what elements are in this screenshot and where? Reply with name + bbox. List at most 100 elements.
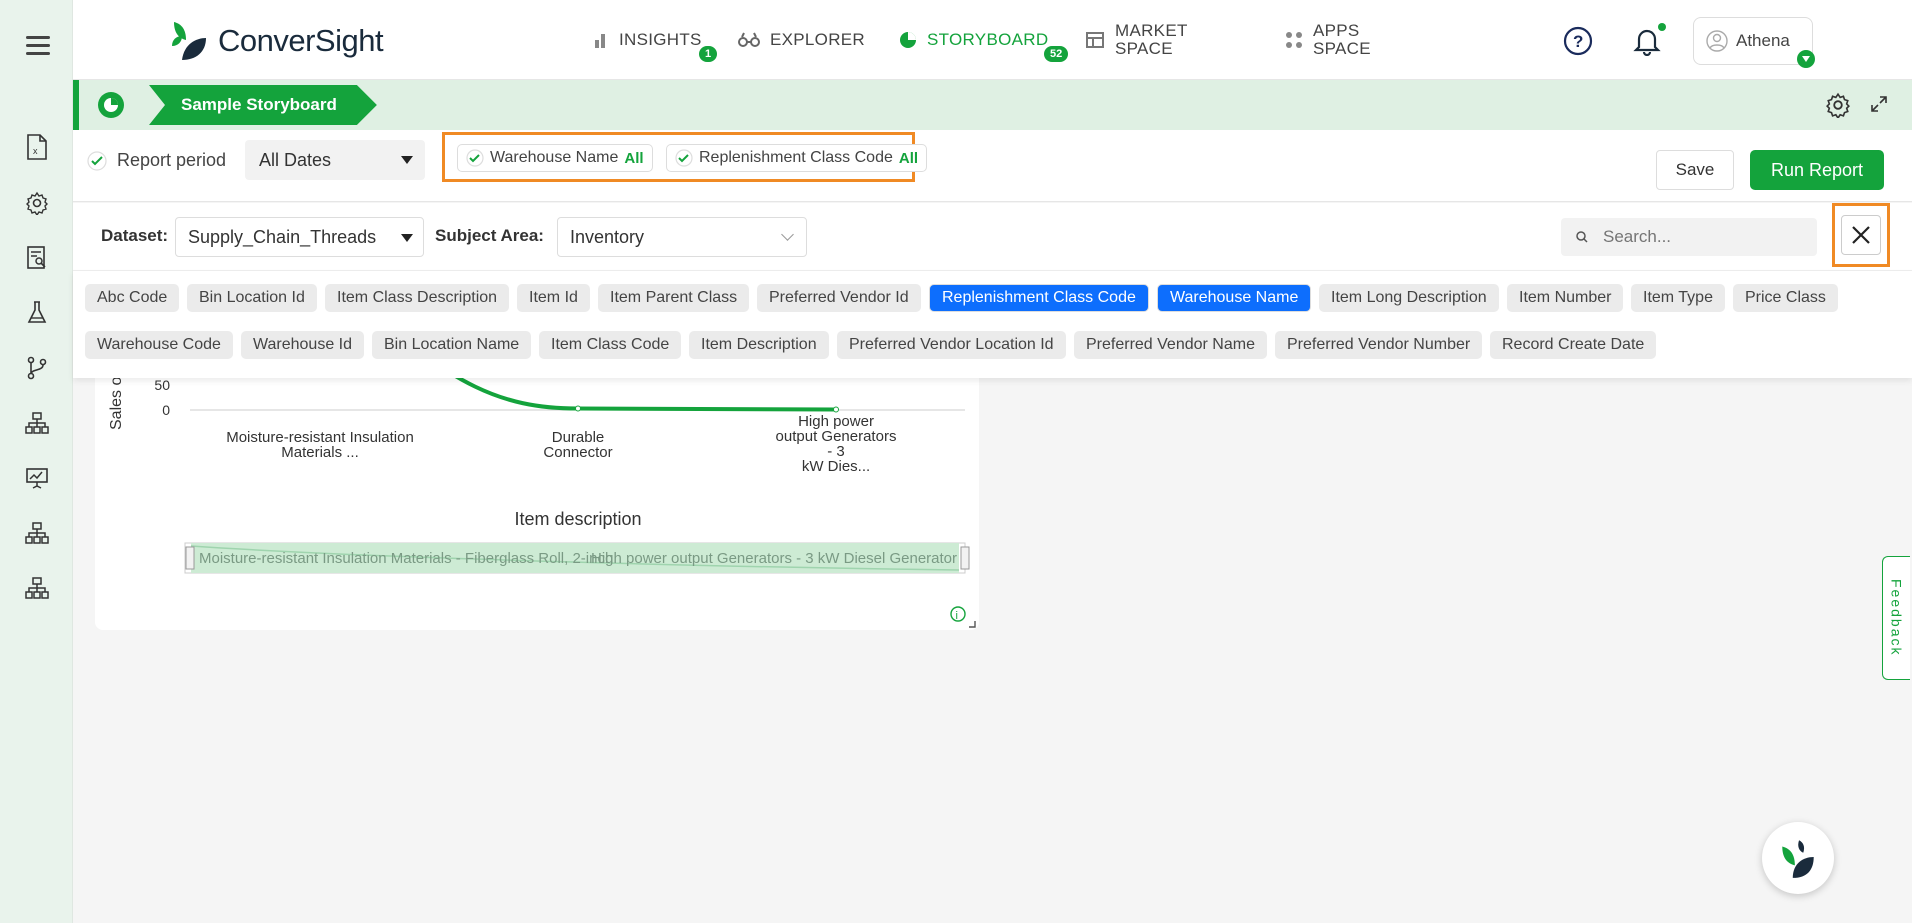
nav-insights[interactable]: INSIGHTS — [593, 0, 702, 80]
notification-bell-icon[interactable] — [1633, 26, 1661, 61]
report-period-value: All Dates — [259, 149, 332, 170]
nav-insights-label: INSIGHTS — [619, 30, 702, 49]
warehouse-name-value: All — [624, 149, 644, 167]
column-chip[interactable]: Preferred Vendor Id — [757, 284, 921, 312]
nav-explorer[interactable]: EXPLORER — [738, 0, 865, 80]
column-chip[interactable]: Warehouse Name — [1157, 284, 1312, 312]
column-chip[interactable]: Abc Code — [85, 284, 180, 312]
range-slider-handle-right[interactable] — [960, 546, 970, 570]
column-chip[interactable]: Item Parent Class — [598, 284, 750, 312]
dataset-select[interactable]: Supply_Chain_Threads — [175, 217, 424, 257]
search-box[interactable] — [1561, 218, 1817, 256]
user-menu[interactable]: Athena — [1693, 17, 1813, 65]
caret-down-icon — [401, 156, 413, 164]
hamburger-menu-icon[interactable] — [26, 36, 50, 56]
x-tick-label: High power output Generators - 3 kW Dies... — [776, 413, 897, 475]
subject-area-select[interactable]: Inventory — [557, 217, 807, 257]
top-bar: ConverSight INSIGHTS 1 EXPLORER STORYBOA… — [73, 0, 1912, 80]
range-slider-text-start: Moisture-resistant Insulation Materials … — [199, 550, 613, 567]
column-chip[interactable]: Bin Location Id — [187, 284, 317, 312]
hierarchy-icon[interactable] — [24, 410, 50, 436]
run-report-button[interactable]: Run Report — [1750, 150, 1884, 190]
report-period-dropdown[interactable]: All Dates — [245, 140, 425, 180]
insights-badge: 1 — [699, 46, 718, 62]
nav-apps-space[interactable]: APPS SPACE — [1285, 0, 1371, 80]
column-chip[interactable]: Price Class — [1733, 284, 1838, 312]
info-icon-glyph: i — [956, 610, 958, 622]
search-input[interactable] — [1603, 227, 1803, 247]
presentation-chart-icon[interactable] — [24, 465, 50, 491]
hierarchy-icon[interactable] — [24, 520, 50, 546]
filter-row: Report period All Dates Warehouse Name A… — [73, 130, 1912, 202]
svg-text:x: x — [33, 146, 38, 156]
column-chip[interactable]: Item Long Description — [1319, 284, 1499, 312]
warehouse-name-filter[interactable]: Warehouse Name All — [457, 144, 653, 172]
git-branch-icon[interactable] — [24, 355, 50, 381]
assistant-logo-icon — [1782, 840, 1814, 878]
range-slider-handle-left[interactable] — [185, 546, 195, 570]
left-rail: x — [0, 0, 73, 923]
market-icon — [1086, 32, 1104, 48]
feedback-tab[interactable]: Feedback — [1882, 556, 1910, 680]
column-chip[interactable]: Preferred Vendor Location Id — [837, 331, 1066, 359]
nav-market-line2: SPACE — [1115, 39, 1173, 58]
storyboard-tab[interactable]: Sample Storyboard — [149, 85, 377, 125]
storyboard-settings-icon[interactable] — [1825, 92, 1851, 123]
notification-dot — [1658, 23, 1666, 31]
settings-gear-icon[interactable] — [24, 190, 50, 216]
replenishment-class-filter[interactable]: Replenishment Class Code All — [666, 144, 928, 172]
user-caret-icon[interactable] — [1797, 50, 1815, 68]
lab-flask-icon[interactable] — [24, 300, 50, 326]
close-panel-highlight — [1832, 203, 1890, 267]
nav-market-space[interactable]: MARKET SPACE — [1085, 0, 1188, 80]
column-chip[interactable]: Item Id — [517, 284, 590, 312]
column-chip[interactable]: Replenishment Class Code — [929, 284, 1149, 312]
bar-chart-icon — [595, 34, 605, 48]
close-button[interactable] — [1841, 215, 1881, 255]
info-icon[interactable] — [950, 606, 966, 622]
nav-storyboard[interactable]: STORYBOARD — [899, 0, 1048, 80]
column-chip[interactable]: Warehouse Code — [85, 331, 233, 359]
column-chip[interactable]: Preferred Vendor Number — [1275, 331, 1483, 359]
y-tick-label: 50 — [154, 377, 170, 393]
report-period-filter[interactable]: Report period — [87, 150, 226, 171]
binoculars-icon — [738, 32, 760, 47]
resize-handle-icon[interactable] — [969, 621, 976, 628]
storyboard-home-icon[interactable] — [97, 91, 125, 119]
user-avatar-icon — [1706, 30, 1728, 52]
column-chip[interactable]: Item Description — [689, 331, 829, 359]
column-chip[interactable]: Warehouse Id — [241, 331, 365, 359]
column-chip[interactable]: Item Type — [1631, 284, 1725, 312]
column-chip[interactable]: Record Create Date — [1490, 331, 1657, 359]
column-chip[interactable]: Preferred Vendor Name — [1074, 331, 1267, 359]
report-search-icon[interactable] — [24, 245, 50, 271]
hierarchy-icon[interactable] — [24, 575, 50, 601]
search-icon — [1576, 231, 1588, 243]
x-tick-label: Moisture-resistant Insulation Materials .… — [226, 429, 414, 461]
y-tick-label: 0 — [162, 402, 170, 418]
assistant-bot-button[interactable] — [1762, 822, 1834, 894]
nav-apps-line1: APPS — [1313, 21, 1360, 40]
svg-text:?: ? — [1573, 32, 1583, 51]
nav-market-line1: MARKET — [1115, 21, 1188, 40]
column-chip[interactable]: Item Class Code — [539, 331, 682, 359]
logo-mark-icon — [168, 20, 210, 62]
x-axis-label: Item description — [514, 509, 641, 529]
column-chip[interactable]: Item Class Description — [325, 284, 510, 312]
help-icon[interactable]: ? — [1563, 26, 1593, 61]
conversight-logo[interactable]: ConverSight — [168, 20, 384, 62]
report-period-label: Report period — [117, 150, 227, 170]
replenishment-class-value: All — [898, 149, 919, 167]
check-circle-icon — [466, 149, 484, 167]
warehouse-name-label: Warehouse Name — [490, 149, 619, 166]
column-chip[interactable]: Bin Location Name — [372, 331, 532, 359]
data-point[interactable] — [833, 406, 839, 413]
column-chip[interactable]: Item Number — [1507, 284, 1624, 312]
nav-apps-line2: SPACE — [1313, 39, 1371, 58]
data-point[interactable] — [575, 405, 581, 412]
expand-icon[interactable] — [1869, 94, 1889, 119]
range-slider-text-end: High power output Generators - 3 kW Dies… — [591, 550, 957, 567]
save-button[interactable]: Save — [1656, 150, 1734, 190]
subject-area-value: Inventory — [570, 226, 645, 247]
excel-file-icon[interactable]: x — [24, 134, 50, 160]
